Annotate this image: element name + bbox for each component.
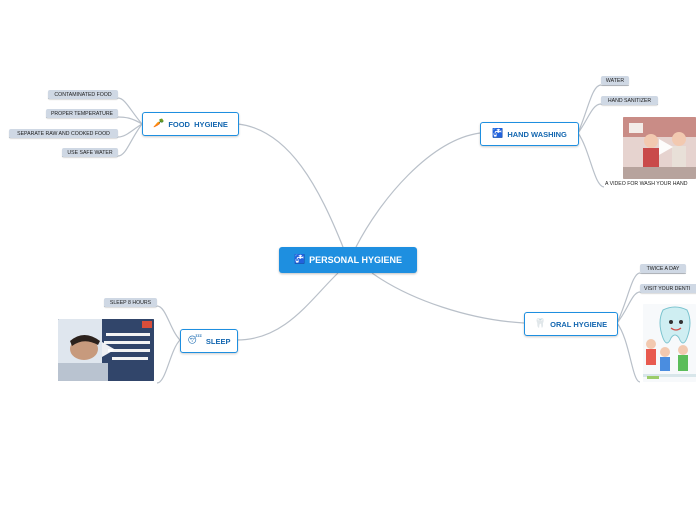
central-topic-personal-hygiene[interactable]: 🚰 PERSONAL HYGIENE [279,247,417,273]
subtopic-water[interactable]: WATER [601,76,629,85]
subtopic-use-safe-water[interactable]: USE SAFE WATER [62,148,118,157]
topic-label: ORAL HYGIENE [550,319,608,329]
carrot-icon: 🥕 [153,119,165,129]
sink-icon: 🚰 [293,255,306,265]
topic-oral-hygiene[interactable]: 🦷 ORAL HYGIENE [524,312,618,336]
topic-hand-washing[interactable]: 🚰 HAND WASHING [480,122,579,146]
subtopic-proper-temperature[interactable]: PROPER TEMPERATURE [46,109,118,118]
topic-sleep[interactable]: 😴 SLEEP [180,329,238,353]
topic-label: SLEEP [205,336,231,346]
subtopic-sleep-8-hours[interactable]: SLEEP 8 HOURS [104,298,157,307]
sleeping-face-icon: 😴 [187,336,202,346]
hand-washing-video-thumbnail[interactable] [623,117,696,179]
subtopic-twice-a-day[interactable]: TWICE A DAY [640,264,686,273]
topic-label: FOOD HYGIENE [168,119,228,129]
faucet-icon: 🚰 [492,129,504,139]
subtopic-visit-your-dentist[interactable]: VISIT YOUR DENTI [640,284,696,293]
oral-hygiene-image [643,304,696,382]
sleep-video-thumbnail[interactable] [58,319,154,381]
tooth-icon: 🦷 [534,319,547,329]
underline [601,85,629,86]
play-icon[interactable] [659,139,673,155]
dental-cartoon-image [643,304,696,382]
subtopic-separate-raw-and-cooked-food[interactable]: SEPARATE RAW AND COOKED FOOD [9,129,118,138]
topic-food-hygiene[interactable]: 🥕 FOOD HYGIENE [142,112,239,136]
subtopic-contaminated-food[interactable]: CONTAMINATED FOOD [48,90,118,99]
central-topic-label: PERSONAL HYGIENE [309,255,403,265]
video-caption: A VIDEO FOR WASH YOUR HAND [605,181,688,187]
subtopic-hand-sanitizer[interactable]: HAND SANITIZER [601,96,658,105]
topic-label: HAND WASHING [507,129,567,139]
play-icon[interactable] [102,342,115,357]
underline [640,273,686,274]
